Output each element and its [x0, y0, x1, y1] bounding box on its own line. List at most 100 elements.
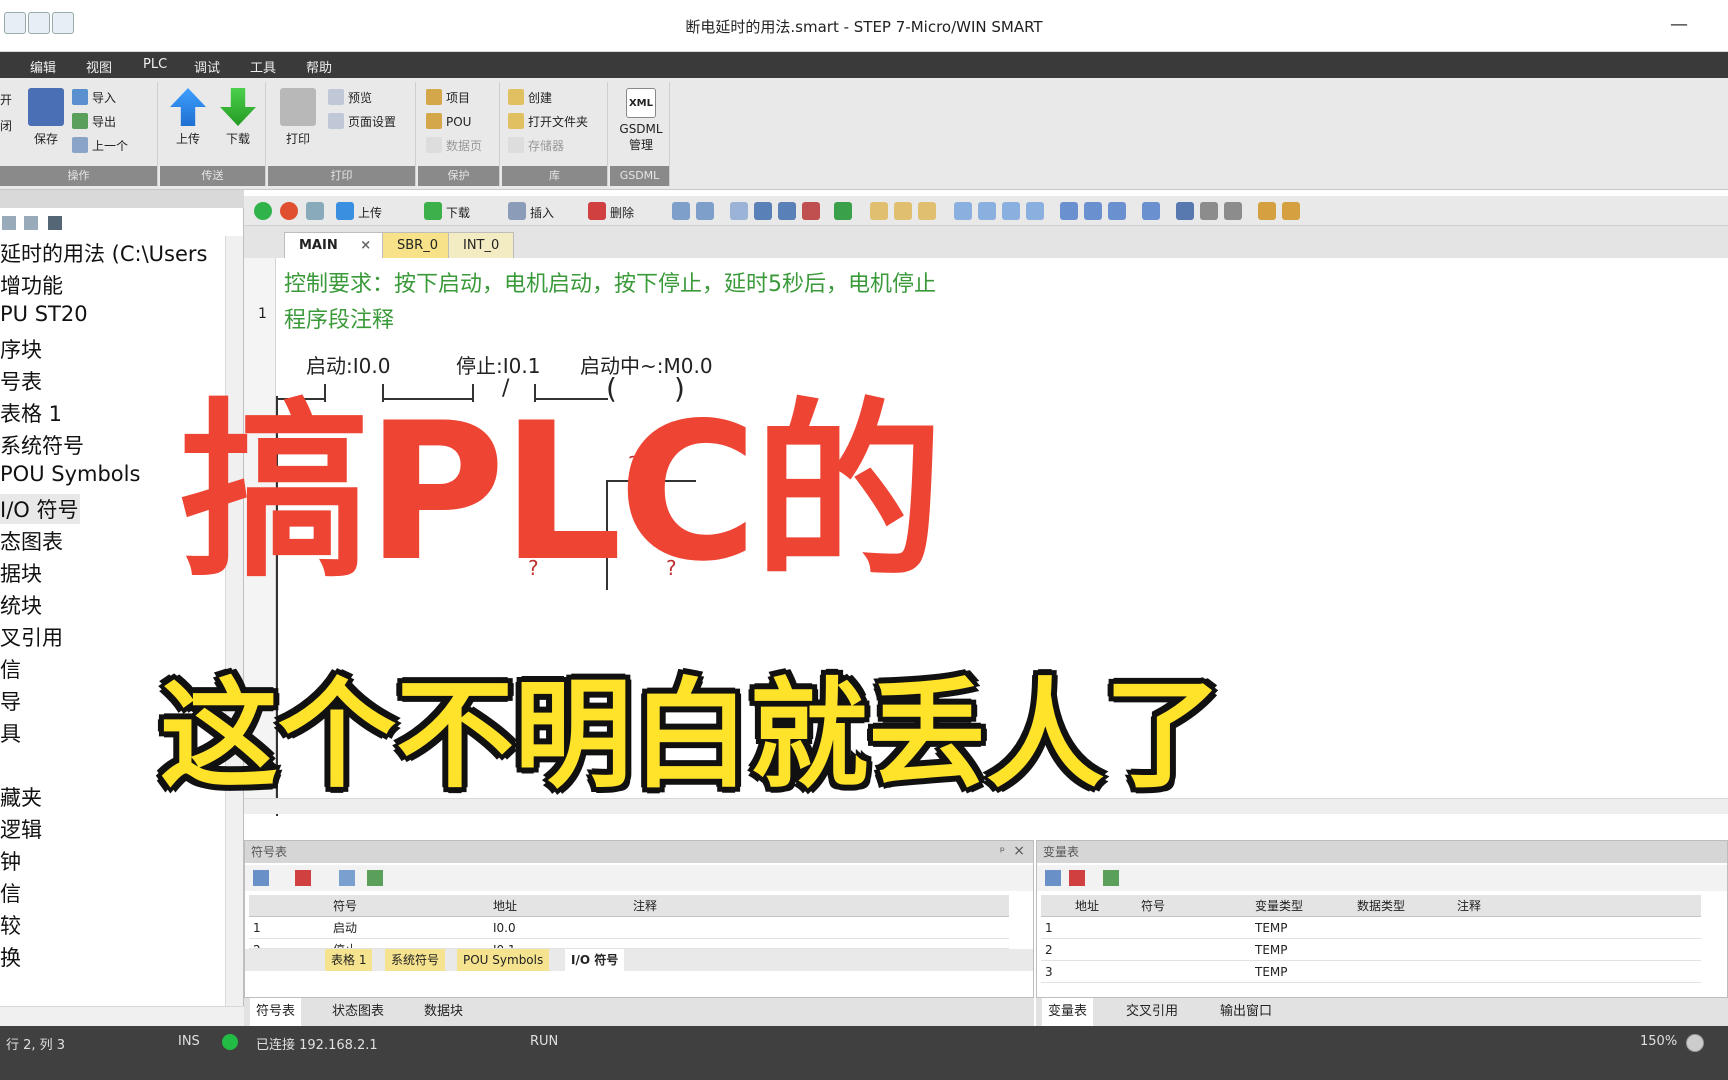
close-button[interactable]: 闭	[0, 116, 12, 136]
toolbar-icon[interactable]	[894, 202, 912, 220]
tree-item[interactable]: 据块	[0, 558, 42, 588]
toolbar-icon[interactable]	[778, 202, 796, 220]
tab-status-chart[interactable]: 状态图表	[332, 998, 384, 1026]
toolbar-icon[interactable]	[672, 202, 690, 220]
toolbar-icon[interactable]	[918, 202, 936, 220]
table-row[interactable]: 3 TEMP	[1041, 961, 1701, 983]
tree-item[interactable]: 统块	[0, 590, 42, 620]
tree-item[interactable]: 藏夹	[0, 782, 42, 812]
menu-view[interactable]: 视图	[86, 57, 112, 76]
preview-button[interactable]: 预览	[328, 88, 372, 108]
toolbar-icon[interactable]	[1108, 202, 1126, 220]
tree-item[interactable]: 叉引用	[0, 622, 63, 652]
subtab-pou-symbols[interactable]: POU Symbols	[457, 949, 550, 971]
stop-icon[interactable]	[280, 202, 298, 220]
toolbar-upload[interactable]: 上传	[358, 204, 382, 221]
upload-button[interactable]: 上传	[166, 88, 210, 147]
add-row-icon[interactable]	[253, 870, 269, 886]
toolbar-icon[interactable]	[696, 202, 714, 220]
toolbar-icon[interactable]	[1084, 202, 1102, 220]
compile-icon[interactable]	[306, 202, 324, 220]
tree-view-icon[interactable]	[2, 216, 16, 230]
network-comment[interactable]: 程序段注释	[284, 302, 394, 334]
delete-row-icon[interactable]	[1069, 870, 1085, 886]
tree-vertical-scrollbar[interactable]	[225, 236, 243, 1006]
refresh-icon[interactable]	[1103, 870, 1119, 886]
tab-main[interactable]: MAIN ×	[284, 232, 387, 258]
tree-item[interactable]: 态图表	[0, 526, 63, 556]
table-row[interactable]: 2 停止 I0.1	[249, 939, 1009, 949]
subtab-io-symbols[interactable]: I/O 符号	[565, 949, 625, 971]
tree-item[interactable]: 延时的用法 (C:\Users	[0, 238, 208, 268]
delete-row-icon[interactable]	[295, 870, 311, 886]
tree-item[interactable]: 导	[0, 686, 21, 716]
run-icon[interactable]	[254, 202, 272, 220]
toolbar-icon[interactable]	[754, 202, 772, 220]
zoom-out-icon[interactable]	[1686, 1034, 1704, 1052]
pou-protect-button[interactable]: POU	[426, 112, 471, 132]
tree-item[interactable]: 较	[0, 910, 21, 940]
open-button[interactable]: 开	[0, 90, 12, 110]
refresh-icon[interactable]	[367, 870, 383, 886]
previous-button[interactable]: 上一个	[72, 136, 128, 156]
export-button[interactable]: 导出	[72, 112, 116, 132]
tree-item[interactable]: 表格 1	[0, 398, 62, 428]
download-icon[interactable]	[424, 202, 442, 220]
download-button[interactable]: 下载	[216, 88, 260, 147]
toolbar-icon[interactable]	[730, 202, 748, 220]
toolbar-icon[interactable]	[1200, 202, 1218, 220]
menu-tools[interactable]: 工具	[250, 57, 276, 76]
tree-item[interactable]: POU Symbols	[0, 462, 140, 486]
minimize-button[interactable]: —	[1670, 14, 1688, 35]
toolbar-icon[interactable]	[1224, 202, 1242, 220]
monitor-icon[interactable]	[48, 216, 62, 230]
table-row[interactable]: 2 TEMP	[1041, 939, 1701, 961]
tree-item[interactable]: 序块	[0, 334, 42, 364]
toolbar-icon[interactable]	[954, 202, 972, 220]
open-folder-button[interactable]: 打开文件夹	[508, 112, 588, 132]
table-row[interactable]: 1 启动 I0.0	[249, 917, 1009, 939]
toolbar-icon[interactable]	[1002, 202, 1020, 220]
tab-output-window[interactable]: 输出窗口	[1220, 998, 1272, 1026]
save-button[interactable]: 保存	[24, 88, 68, 147]
toolbar-delete[interactable]: 删除	[610, 204, 634, 221]
toolbar-icon[interactable]	[1142, 202, 1160, 220]
project-protect-button[interactable]: 项目	[426, 88, 470, 108]
toolbar-icon[interactable]	[834, 202, 852, 220]
gsdml-manage-button[interactable]: XML GSDML 管理	[616, 88, 666, 153]
tree-horizontal-scrollbar[interactable]	[0, 1006, 244, 1026]
toolbar-icon[interactable]	[870, 202, 888, 220]
toolbar-icon[interactable]	[1026, 202, 1044, 220]
toolbar-icon[interactable]	[1258, 202, 1276, 220]
zoom-level[interactable]: 150%	[1640, 1034, 1677, 1049]
delete-icon[interactable]	[588, 202, 606, 220]
create-library-button[interactable]: 创建	[508, 88, 552, 108]
menu-plc[interactable]: PLC	[143, 57, 167, 72]
toolbar-icon[interactable]	[978, 202, 996, 220]
tab-symbol-table[interactable]: 符号表	[250, 998, 302, 1026]
toolbar-icon[interactable]	[1176, 202, 1194, 220]
toolbar-download[interactable]: 下载	[446, 204, 470, 221]
tab-cross-reference[interactable]: 交叉引用	[1126, 998, 1178, 1026]
tab-int0[interactable]: INT_0	[448, 232, 515, 258]
menu-edit[interactable]: 编辑	[30, 57, 56, 76]
toolbar-insert[interactable]: 插入	[530, 204, 554, 221]
tree-item[interactable]: 增功能	[0, 270, 63, 300]
list-view-icon[interactable]	[24, 216, 38, 230]
tree-item[interactable]: 具	[0, 718, 21, 748]
tree-item[interactable]: PU ST20	[0, 302, 88, 326]
toolbar-icon[interactable]	[1282, 202, 1300, 220]
program-comment[interactable]: 控制要求：按下启动，电机启动，按下停止，延时5秒后，电机停止	[284, 266, 936, 298]
datapage-protect-button[interactable]: 数据页	[426, 136, 482, 156]
tree-item[interactable]: 系统符号	[0, 430, 84, 460]
table-icon[interactable]	[339, 870, 355, 886]
tab-data-block[interactable]: 数据块	[424, 998, 463, 1026]
import-button[interactable]: 导入	[72, 88, 116, 108]
print-button[interactable]: 打印	[276, 88, 320, 147]
menu-help[interactable]: 帮助	[306, 57, 332, 76]
subtab-system-symbols[interactable]: 系统符号	[385, 949, 446, 971]
close-panel-icon[interactable]: ×	[1013, 843, 1025, 859]
pin-icon[interactable]: ᵖ	[1000, 844, 1005, 858]
toolbar-icon[interactable]	[1060, 202, 1078, 220]
subtab-table1[interactable]: 表格 1	[325, 949, 373, 971]
